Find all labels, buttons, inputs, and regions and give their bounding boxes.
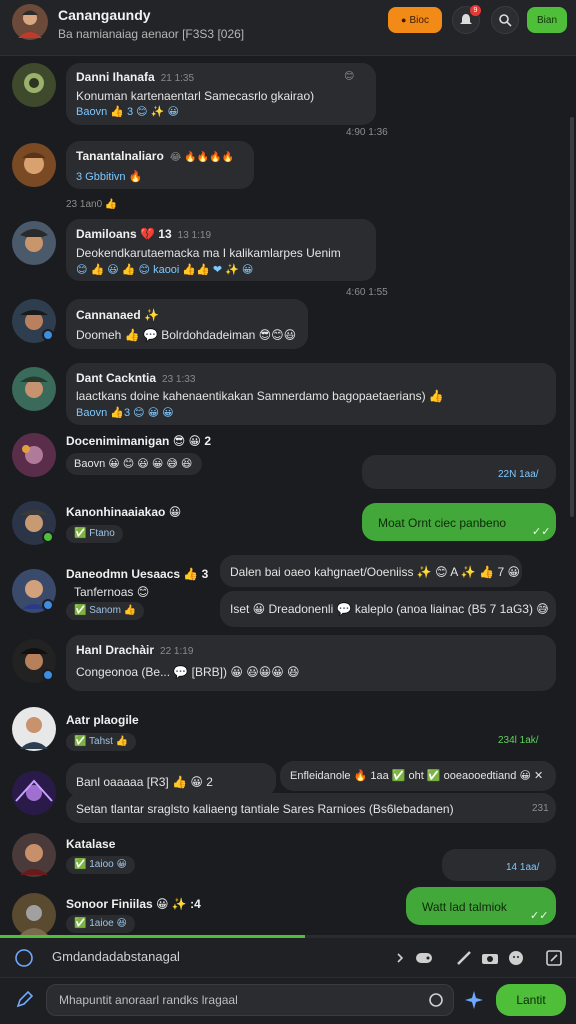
- sender-name: Kanonhinaaiakao 😀: [66, 505, 182, 519]
- channel-title: Canangaundy: [58, 7, 151, 23]
- composer: Lantit: [0, 978, 576, 1024]
- chat-header: Canangaundy Ba namianaiag aenaor [F3S3 […: [0, 0, 576, 56]
- avatar[interactable]: [12, 367, 56, 411]
- notification-badge: 9: [470, 5, 481, 16]
- message-time: 231: [532, 803, 549, 814]
- compass-icon: [15, 949, 33, 967]
- message-text: Konuman kartenaentarl Samecasrlo gkairao…: [76, 89, 315, 103]
- reply-chip[interactable]: ✅ 1aioe 😆: [66, 915, 135, 933]
- online-indicator: [42, 599, 54, 611]
- scrollbar[interactable]: [570, 117, 574, 517]
- channel-subtitle: Ba namianaiag aenaor [F3S3 [026]: [58, 27, 245, 41]
- sticker-icon[interactable]: [506, 948, 526, 968]
- sender-name: Tanantalnaliaro 😂 🔥🔥🔥🔥: [76, 149, 235, 163]
- reactions[interactable]: 3 Gbbitivn 🔥: [76, 170, 142, 183]
- chevron-right-icon[interactable]: [390, 948, 410, 968]
- reactions[interactable]: Baovn 👍3 😊 😀 😀: [76, 406, 174, 419]
- read-receipt-icon: ✓✓: [530, 910, 549, 922]
- message-time: 4:60 1:55: [346, 287, 388, 298]
- camera-icon[interactable]: [480, 948, 500, 968]
- read-receipt-icon: ✓✓: [532, 526, 551, 538]
- message-input[interactable]: [46, 984, 454, 1016]
- reply-chip[interactable]: ✅ 1aioo 😀: [66, 856, 135, 874]
- online-indicator: [42, 531, 54, 543]
- message-time: 4:90 1:36: [346, 127, 388, 138]
- live-button-label: Bioc: [409, 14, 429, 26]
- avatar[interactable]: [12, 143, 56, 187]
- channel-avatar[interactable]: [12, 4, 48, 40]
- sender-name: Sonoor Finiilas 😀 ✨ :4: [66, 897, 201, 911]
- reply-chip[interactable]: ✅ Sanom 👍: [66, 602, 145, 620]
- message-time: 23 1an0 👍: [66, 199, 118, 210]
- pencil-icon: [16, 990, 34, 1008]
- message-text: Iset 😀 Dreadonenli 💬 kaleplo (anoa liain…: [230, 602, 549, 616]
- message-text: laactkans doine kahenaentikakan Samnerda…: [76, 389, 444, 403]
- reactions[interactable]: 😊 👍 😃 👍 😊 kaooi 👍👍 ❤ ✨ 😀: [76, 263, 253, 276]
- notifications-button[interactable]: 9: [452, 5, 481, 34]
- join-button[interactable]: Bian: [527, 7, 567, 33]
- message-text: Tanfernoas 😊: [74, 585, 150, 599]
- online-indicator: [42, 669, 54, 681]
- message-text: Deokendkarutaemacka ma I kalikamlarpes U…: [76, 246, 341, 260]
- message-text: Enfleidanole 🔥 1aa ✅ oht ✅ ooeaooedtiand…: [290, 770, 544, 782]
- sender-name: Docenimimanigan 😎 😀 2: [66, 434, 212, 448]
- message-text: Dalen bai oaeo kahgnaet/Ooeniiss ✨ 😊 A ✨…: [230, 565, 520, 579]
- sender-name: Danni Ihanafa 21 1:35: [76, 70, 195, 84]
- sparkle-button[interactable]: [464, 990, 484, 1010]
- thread-label[interactable]: Gmdandadabstanagal: [52, 949, 180, 964]
- sender-name: Damiloans 💔 13 13 1:19: [76, 227, 212, 241]
- attach-button[interactable]: [14, 990, 34, 1010]
- message-text: Doomeh 👍 💬 Bolrdohdadeiman 😎😊😃: [76, 328, 297, 342]
- sender-name: Dant Cackntia 23 1:33: [76, 371, 196, 385]
- avatar[interactable]: [12, 433, 56, 477]
- gamepad-icon[interactable]: [414, 948, 434, 968]
- sender-name: Cannanaed ✨: [76, 308, 159, 322]
- message-list[interactable]: Danni Ihanafa 21 1:35 Konuman kartenaenta…: [0, 57, 576, 935]
- message-bubble[interactable]: [66, 703, 556, 757]
- sender-name: Katalase: [66, 837, 116, 851]
- record-icon: ●: [401, 15, 407, 25]
- sparkle-icon: [465, 991, 483, 1009]
- outgoing-text: Watt lad talmiok: [422, 900, 507, 914]
- sender-name: Daneodmn Uesaacs 👍 3: [66, 567, 209, 581]
- avatar[interactable]: [12, 893, 56, 935]
- message-text: Banl oaaaaa [R3] 👍 😀 2: [76, 775, 213, 789]
- message-text: Congeonoa (Be... 💬 [BRB]) 😀 😃😀😀 😆: [76, 665, 300, 679]
- bell-icon: [460, 14, 472, 24]
- send-button[interactable]: Lantit: [496, 984, 566, 1016]
- reply-chip[interactable]: ✅ Ftano: [66, 525, 123, 543]
- reply-chip[interactable]: ✅ Tahst 👍: [66, 733, 137, 751]
- search-icon: [499, 14, 512, 27]
- outgoing-text: Moat Ornt ciec panbeno: [378, 516, 507, 530]
- message-time: 14 1aa/: [506, 862, 540, 873]
- message-time: 234l 1ak/: [498, 735, 539, 746]
- message-side-meta: 😊: [344, 71, 355, 82]
- avatar[interactable]: [12, 707, 56, 751]
- expand-icon[interactable]: [544, 948, 564, 968]
- live-button[interactable]: ● Bioc: [388, 7, 442, 33]
- compass-button[interactable]: [14, 948, 34, 968]
- avatar[interactable]: [12, 63, 56, 107]
- search-button[interactable]: [491, 6, 519, 34]
- brush-icon[interactable]: [454, 948, 474, 968]
- reactions[interactable]: Baovn 😀 😊 😃 😀 😅 😆: [74, 457, 192, 470]
- online-indicator: [42, 329, 54, 341]
- reactions[interactable]: Baovn 👍 3 😊 ✨ 😀: [76, 105, 179, 118]
- sender-name: Hanl Drachàir 22 1:19: [76, 643, 194, 657]
- message-time: 22N 1aa/: [498, 469, 539, 480]
- thread-bar: Gmdandadabstanagal: [0, 938, 576, 978]
- avatar[interactable]: [12, 833, 56, 877]
- emoji-button[interactable]: [426, 990, 446, 1010]
- circle-icon: [429, 993, 443, 1007]
- avatar[interactable]: [12, 771, 56, 815]
- avatar[interactable]: [12, 221, 56, 265]
- message-text: Setan tlantar sraglsto kaliaeng tantiale…: [76, 802, 454, 816]
